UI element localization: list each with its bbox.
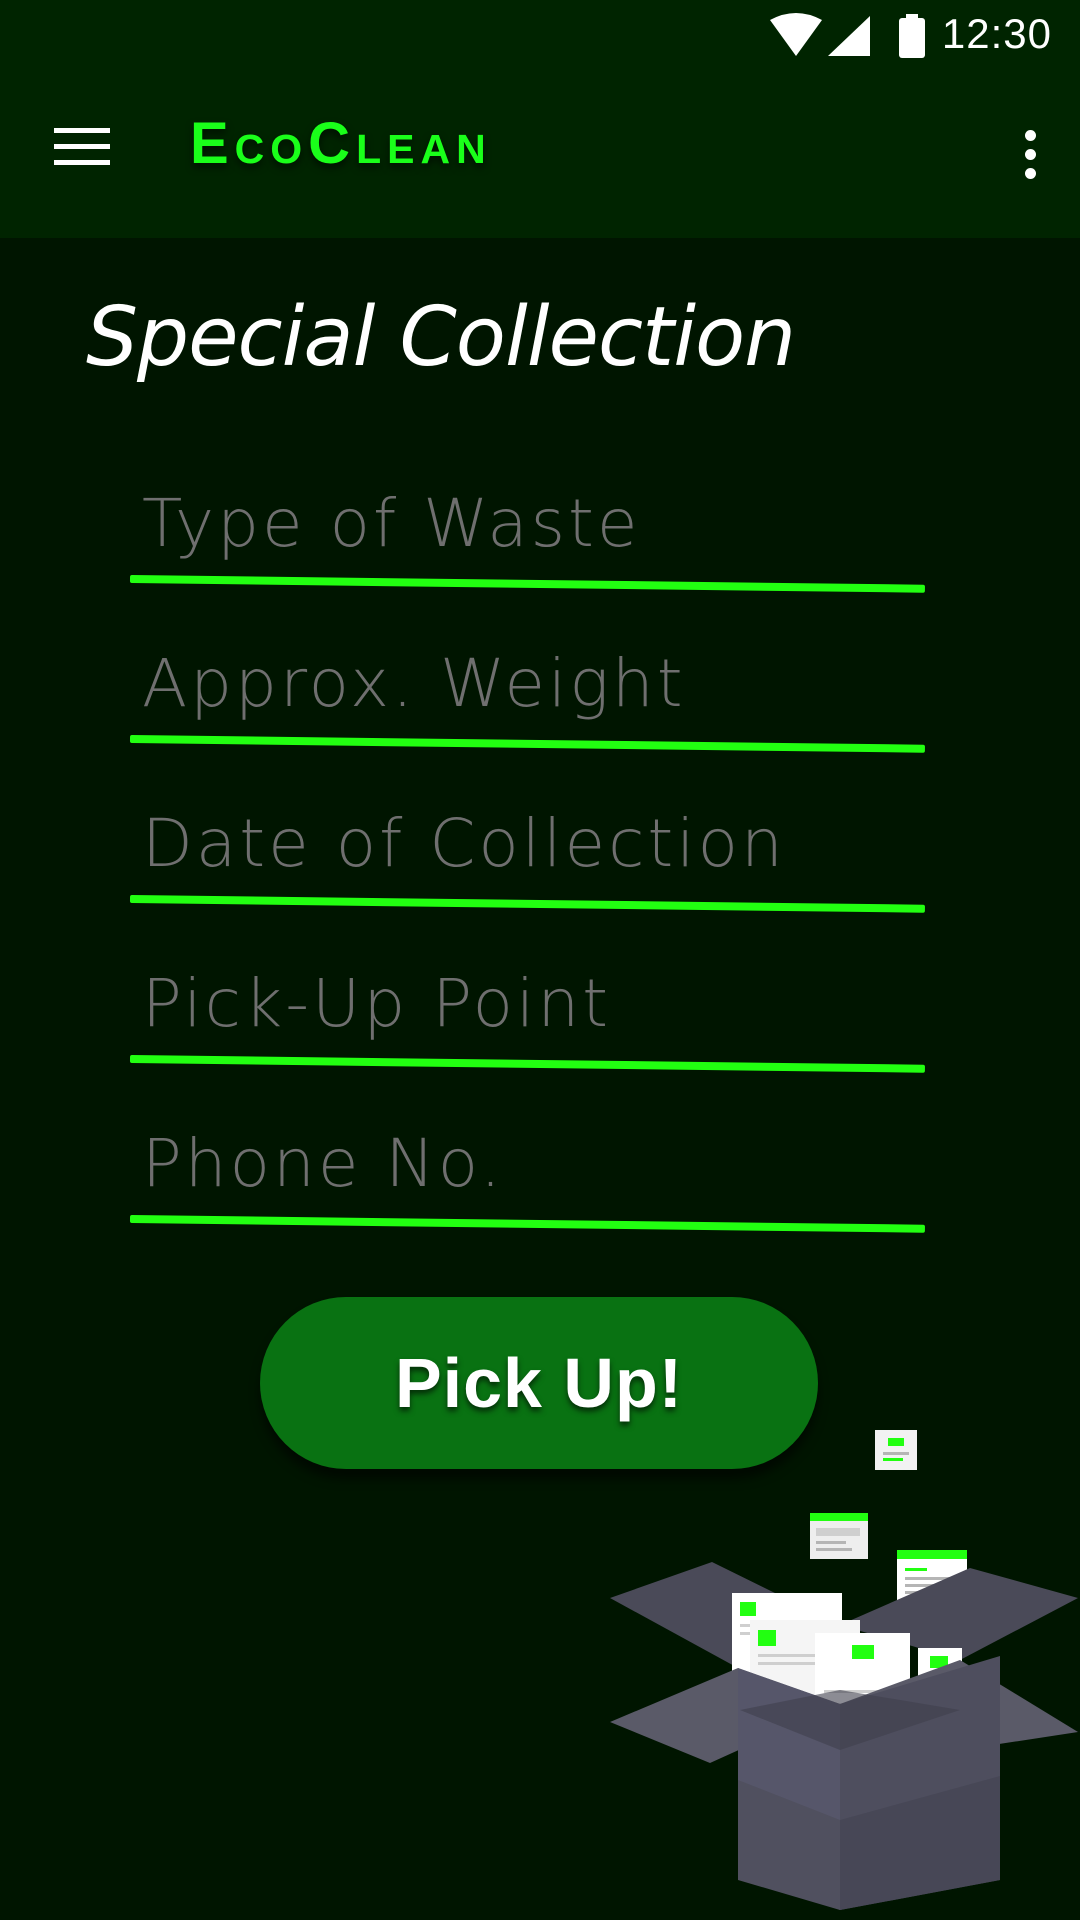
hamburger-menu-icon[interactable] <box>54 128 110 172</box>
approx-weight-input[interactable] <box>142 638 912 728</box>
open-box-with-documents-illustration <box>610 1430 1078 1910</box>
approx-weight-field <box>129 638 925 758</box>
status-icons <box>770 13 925 58</box>
pick-up-point-input[interactable] <box>142 958 912 1048</box>
type-of-waste-input[interactable] <box>142 478 912 568</box>
field-underline <box>129 895 925 913</box>
app-bar: EcoClean <box>0 72 1080 238</box>
phone-number-input[interactable] <box>142 1118 912 1208</box>
wifi-icon <box>770 13 822 56</box>
paper-icon <box>875 1430 917 1470</box>
status-bar: 12:30 <box>0 0 1080 72</box>
date-of-collection-input[interactable] <box>142 798 912 888</box>
pick-up-point-field <box>129 958 925 1078</box>
status-time: 12:30 <box>941 10 1052 57</box>
date-of-collection-field <box>129 798 925 918</box>
field-underline <box>129 735 925 753</box>
field-underline <box>129 1215 925 1233</box>
field-underline <box>129 575 925 593</box>
app-title: EcoClean <box>190 111 492 176</box>
paper-icon <box>810 1513 868 1559</box>
field-underline <box>129 1055 925 1073</box>
cellular-signal-icon <box>828 16 870 56</box>
phone-number-field <box>129 1118 925 1238</box>
page-title: Special Collection <box>86 290 796 385</box>
battery-icon <box>899 18 925 58</box>
type-of-waste-field <box>129 478 925 598</box>
more-vertical-icon[interactable] <box>1018 130 1042 182</box>
